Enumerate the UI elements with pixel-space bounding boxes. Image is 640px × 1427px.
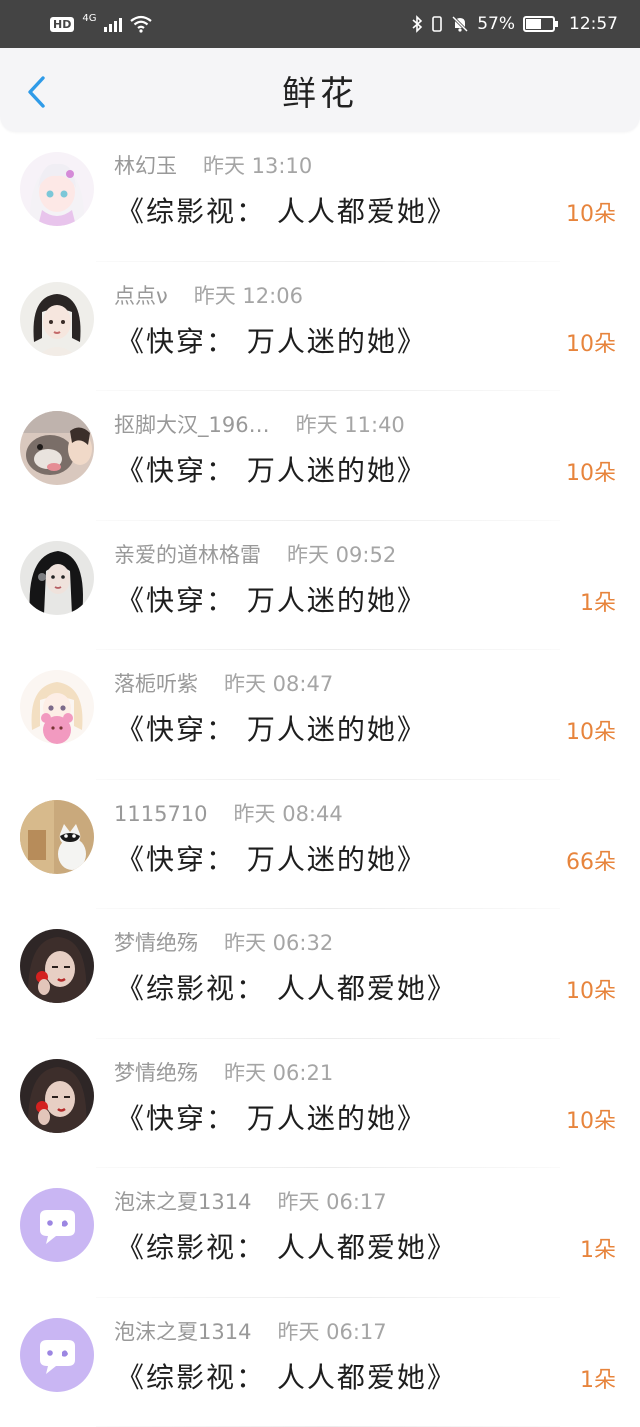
sender-name[interactable]: 梦情绝殇	[114, 927, 198, 957]
list-item[interactable]: 林幻玉昨天 13:10 《综影视： 人人都爱她》 10朵	[0, 132, 640, 262]
battery-percent: 57%	[477, 14, 515, 34]
gift-time: 昨天 08:44	[234, 798, 343, 828]
flower-count: 10朵	[566, 196, 616, 228]
bluetooth-icon	[411, 15, 423, 33]
book-title[interactable]: 《快穿： 万人迷的她》	[116, 320, 427, 360]
avatar[interactable]	[20, 800, 94, 874]
book-title[interactable]: 《综影视： 人人都爱她》	[116, 190, 457, 230]
sender-name[interactable]: 落栀听紫	[114, 668, 198, 698]
list-item[interactable]: 抠脚大汉_196… 昨天 11:40 《快穿： 万人迷的她》 10朵	[0, 391, 640, 521]
list-item[interactable]: 梦情绝殇昨天 06:32 《综影视： 人人都爱她》 10朵	[0, 909, 640, 1039]
list-item[interactable]: 泡沫之夏1314 昨天 06:17 《综影视： 人人都爱她》 1朵	[0, 1168, 640, 1298]
book-title[interactable]: 《综影视： 人人都爱她》	[116, 967, 457, 1007]
header-bar: 鲜花	[0, 48, 640, 132]
avatar[interactable]	[20, 411, 94, 485]
gift-time: 昨天 08:47	[224, 668, 333, 698]
sender-name[interactable]: 林幻玉	[114, 150, 177, 180]
wifi-icon	[130, 15, 152, 33]
list-item[interactable]: 落栀听紫昨天 08:47 《快穿： 万人迷的她》 10朵	[0, 650, 640, 780]
gift-time: 昨天 06:17	[277, 1316, 386, 1346]
gift-time: 昨天 09:52	[287, 539, 396, 569]
avatar[interactable]	[20, 1318, 94, 1392]
avatar[interactable]	[20, 1188, 94, 1262]
sender-name[interactable]: 抠脚大汉_196…	[114, 409, 270, 439]
sender-name[interactable]: 泡沫之夏1314	[114, 1186, 251, 1216]
sender-name[interactable]: 梦情绝殇	[114, 1057, 198, 1087]
flower-count: 10朵	[566, 1103, 616, 1135]
book-title[interactable]: 《快穿： 万人迷的她》	[116, 838, 427, 878]
list-item[interactable]: 点点ν 昨天 12:06 《快穿： 万人迷的她》 10朵	[0, 262, 640, 392]
avatar[interactable]	[20, 152, 94, 226]
vibrate-icon	[431, 15, 443, 33]
sender-name[interactable]: 泡沫之夏1314	[114, 1316, 251, 1346]
list-item[interactable]: 亲爱的道林格雷昨天 09:52 《快穿： 万人迷的她》 1朵	[0, 521, 640, 651]
back-button[interactable]	[22, 74, 50, 110]
flower-gift-list: 林幻玉昨天 13:10《综影视： 人人都爱她》10朵点点ν昨天 12:06《快穿…	[0, 132, 640, 1427]
sender-name[interactable]: 点点ν	[114, 280, 168, 310]
book-title[interactable]: 《快穿： 万人迷的她》	[116, 449, 427, 489]
chevron-left-icon	[26, 75, 46, 109]
signal-icon	[104, 16, 122, 32]
flower-count: 10朵	[566, 455, 616, 487]
hd-badge: HD	[50, 17, 74, 32]
page-title: 鲜花	[282, 66, 358, 115]
gift-time: 昨天 06:17	[277, 1186, 386, 1216]
network-type: 4G	[82, 13, 96, 24]
book-title[interactable]: 《快穿： 万人迷的她》	[116, 1097, 427, 1137]
sender-name[interactable]: 1115710	[114, 802, 208, 826]
flower-count: 10朵	[566, 326, 616, 358]
list-item[interactable]: 1115710 昨天 08:44 《快穿： 万人迷的她》 66朵	[0, 780, 640, 910]
avatar[interactable]	[20, 1059, 94, 1133]
sender-name[interactable]: 亲爱的道林格雷	[114, 539, 261, 569]
flower-count: 1朵	[580, 585, 616, 617]
flower-count: 10朵	[566, 714, 616, 746]
avatar[interactable]	[20, 670, 94, 744]
gift-time: 昨天 13:10	[203, 150, 312, 180]
avatar[interactable]	[20, 541, 94, 615]
flower-count: 66朵	[566, 844, 616, 876]
book-title[interactable]: 《综影视： 人人都爱她》	[116, 1356, 457, 1396]
gift-time: 昨天 06:32	[224, 927, 333, 957]
gift-time: 昨天 12:06	[194, 280, 303, 310]
flower-count: 1朵	[580, 1362, 616, 1394]
list-item[interactable]: 泡沫之夏1314 昨天 06:17 《综影视： 人人都爱她》 1朵	[0, 1298, 640, 1427]
clock: 12:57	[569, 14, 618, 34]
flower-count: 10朵	[566, 973, 616, 1005]
avatar[interactable]	[20, 929, 94, 1003]
gift-time: 昨天 06:21	[224, 1057, 333, 1087]
book-title[interactable]: 《综影视： 人人都爱她》	[116, 1226, 457, 1266]
list-item[interactable]: 梦情绝殇昨天 06:21 《快穿： 万人迷的她》 10朵	[0, 1039, 640, 1169]
avatar[interactable]	[20, 282, 94, 356]
book-title[interactable]: 《快穿： 万人迷的她》	[116, 708, 427, 748]
gift-time: 昨天 11:40	[296, 409, 405, 439]
status-bar: HD 4G 57% 12:57	[0, 0, 640, 48]
mute-bell-icon	[451, 15, 469, 33]
flower-count: 1朵	[580, 1232, 616, 1264]
book-title[interactable]: 《快穿： 万人迷的她》	[116, 579, 427, 619]
battery-icon	[523, 16, 555, 32]
